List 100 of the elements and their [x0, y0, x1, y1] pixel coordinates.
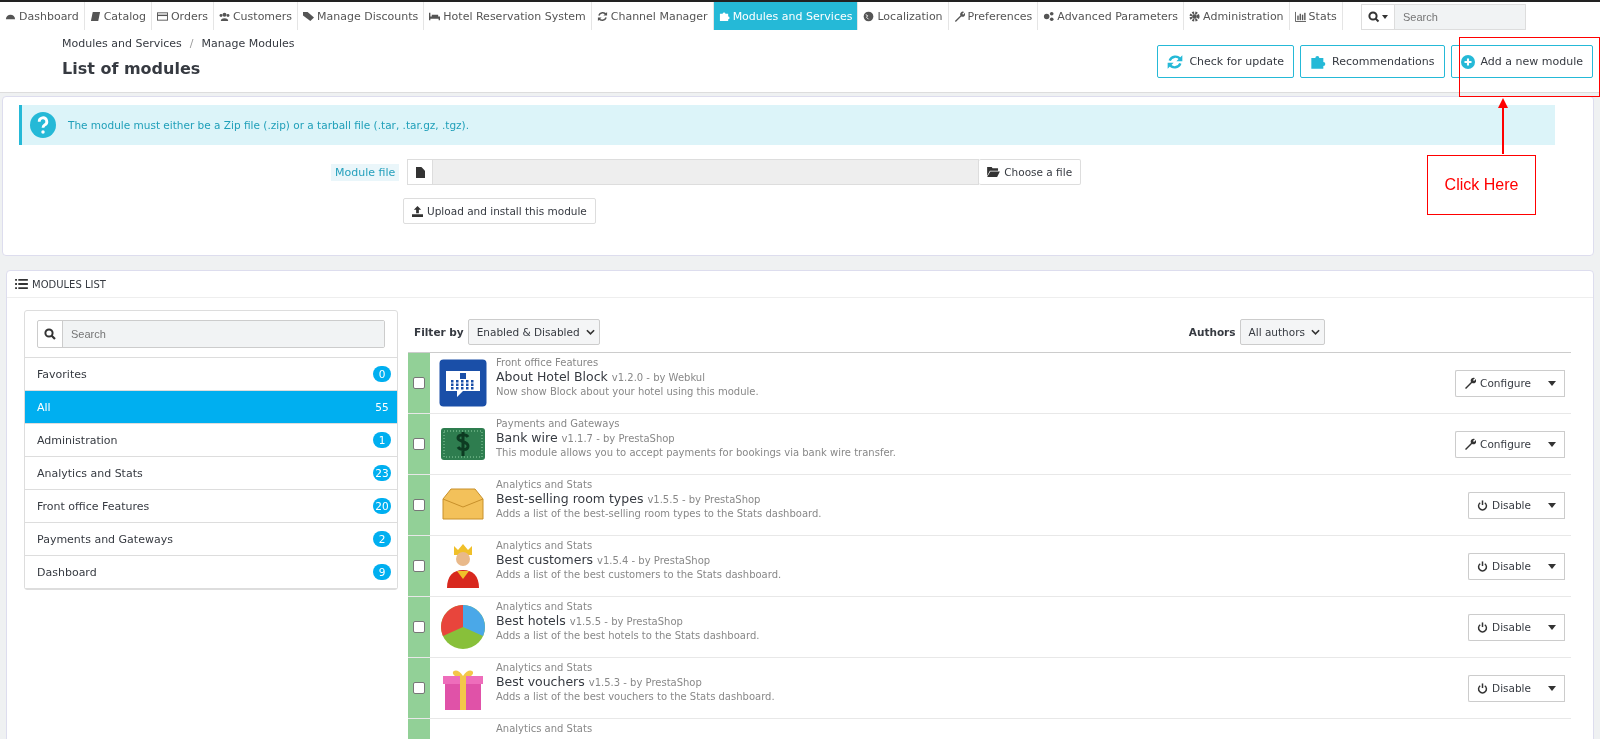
toolbar-button[interactable]: Add a new module	[1450, 45, 1593, 78]
filter-label: Filter by	[414, 326, 464, 338]
panel-title: MODULES LIST	[32, 278, 106, 290]
checkbox[interactable]	[413, 682, 425, 694]
authors-label: Authors	[1188, 326, 1236, 338]
checkbox[interactable]	[413, 560, 425, 572]
caret-icon	[1547, 563, 1556, 569]
count-badge: 23	[373, 465, 391, 481]
choose-file-button[interactable]: Choose a file	[979, 159, 1082, 185]
checkbox[interactable]	[413, 499, 425, 511]
module-description: Adds a list of the best customers to the Stats dashboard.	[496, 569, 783, 580]
module-category: Payments and Gateways	[496, 418, 621, 429]
chevron-down-icon	[1311, 329, 1320, 335]
users-icon	[218, 10, 230, 22]
module-category: Analytics and Stats	[496, 540, 594, 551]
count-text: 55	[374, 400, 390, 415]
chevron-down-icon	[585, 329, 595, 335]
caret-icon	[1547, 380, 1556, 386]
toolbar-button[interactable]: Recommendations	[1300, 45, 1445, 78]
module-version: v1.5.5 - by PrestaShop	[569, 616, 683, 627]
puzzle-icon	[718, 10, 730, 22]
list-icon	[15, 279, 28, 289]
power-icon	[1477, 621, 1489, 633]
configure-button[interactable]: Configure	[1455, 430, 1539, 458]
refresh-icon	[1167, 53, 1184, 70]
wrench-icon	[953, 10, 965, 22]
bars-icon	[1294, 10, 1306, 22]
module-description: Now show Block about your hotel using this module.	[496, 386, 760, 397]
power-icon	[1477, 682, 1489, 694]
caret-icon	[1547, 502, 1556, 508]
globe-icon	[863, 10, 875, 22]
upload-icon	[412, 205, 423, 217]
checkbox[interactable]	[413, 438, 425, 450]
checkbox[interactable]	[413, 621, 425, 633]
module-category: Front office Features	[496, 357, 600, 368]
count-badge: 1	[373, 432, 391, 448]
count-badge: 9	[373, 564, 391, 580]
caret-icon	[1547, 685, 1556, 691]
count-badge: 0	[373, 366, 391, 382]
dropdown-toggle[interactable]	[1539, 674, 1565, 702]
dropdown-toggle[interactable]	[1539, 613, 1565, 641]
module-name: Bank wire	[496, 430, 558, 445]
annotation-callout: Click Here	[1427, 155, 1536, 215]
configure-button[interactable]: Configure	[1455, 369, 1539, 397]
folder-icon	[987, 167, 1001, 177]
count-badge: 2	[373, 531, 391, 547]
filter-dropdown[interactable]: Enabled & Disabled	[467, 319, 600, 345]
refresh-icon	[596, 10, 608, 22]
puzzle-icon	[1310, 53, 1327, 70]
module-description: Adds a list of the best-selling room types to the Stats dashboard.	[496, 508, 823, 519]
tag-icon	[303, 10, 315, 22]
caret-icon	[1547, 441, 1556, 447]
checkbox[interactable]	[413, 377, 425, 389]
count-badge: 20	[373, 498, 391, 514]
disable-button[interactable]: Disable	[1468, 674, 1539, 702]
search-field[interactable]: Search	[1361, 4, 1526, 30]
disable-button[interactable]: Disable	[1468, 552, 1539, 580]
module-category: Analytics and Stats	[496, 601, 594, 612]
gear-icon	[1189, 10, 1201, 22]
module-name: Best vouchers	[496, 674, 585, 689]
toolbar-button[interactable]: Check for update	[1157, 45, 1295, 78]
breadcrumb-separator: /	[189, 37, 194, 50]
module-description: Adds a list of the best vouchers to the Stats dashboard.	[496, 691, 776, 702]
breadcrumb-link[interactable]: Modules and Services	[62, 37, 182, 50]
pie-chart-icon	[439, 603, 487, 651]
plus-circle-icon	[1460, 54, 1475, 69]
power-icon	[1477, 560, 1489, 572]
module-description: This module allows you to accept payments for bookings via bank wire transfer.	[496, 447, 897, 458]
disable-button[interactable]: Disable	[1468, 613, 1539, 641]
module-name: About Hotel Block	[496, 369, 608, 384]
hotel-chat-icon	[439, 359, 487, 407]
question-icon	[30, 112, 56, 138]
file-input-field[interactable]	[407, 159, 980, 185]
dropdown-toggle[interactable]	[1539, 430, 1565, 458]
upload-button[interactable]: Upload and install this module	[403, 198, 596, 224]
module-name: Best customers	[496, 552, 594, 567]
page-title: List of modules	[62, 59, 202, 78]
alert-text: The module must either be a Zip file (.zip) or a tarball file (.tar, .tar.gz, .tgz).	[68, 119, 470, 131]
arrow	[1497, 98, 1509, 154]
module-description: Adds a list of the best hotels to the Stats dashboard.	[496, 630, 761, 641]
module-version: v1.1.7 - by PrestaShop	[561, 433, 675, 444]
card-icon	[156, 10, 168, 22]
module-category: Analytics and Stats	[496, 479, 594, 490]
wrench-icon	[1464, 438, 1477, 450]
module-name: Best hotels	[496, 613, 566, 628]
dropdown-toggle[interactable]	[1539, 369, 1565, 397]
breadcrumb-current: Manage Modules	[201, 37, 295, 50]
dropdown-toggle[interactable]	[1539, 552, 1565, 580]
search-field[interactable]: Search	[37, 320, 385, 348]
wrench-icon	[1464, 377, 1477, 389]
authors-dropdown[interactable]: All authors	[1239, 319, 1325, 345]
disable-button[interactable]: Disable	[1468, 491, 1539, 519]
module-file-label: Module file	[331, 163, 400, 181]
dropdown-toggle[interactable]	[1539, 491, 1565, 519]
bed-icon	[429, 10, 441, 22]
module-version: v1.2.0 - by Webkul	[611, 372, 705, 383]
search-icon	[1367, 11, 1389, 23]
module-version: v1.5.5 - by PrestaShop	[647, 494, 761, 505]
module-category: Analytics and Stats	[496, 662, 594, 673]
file-icon	[415, 166, 425, 178]
